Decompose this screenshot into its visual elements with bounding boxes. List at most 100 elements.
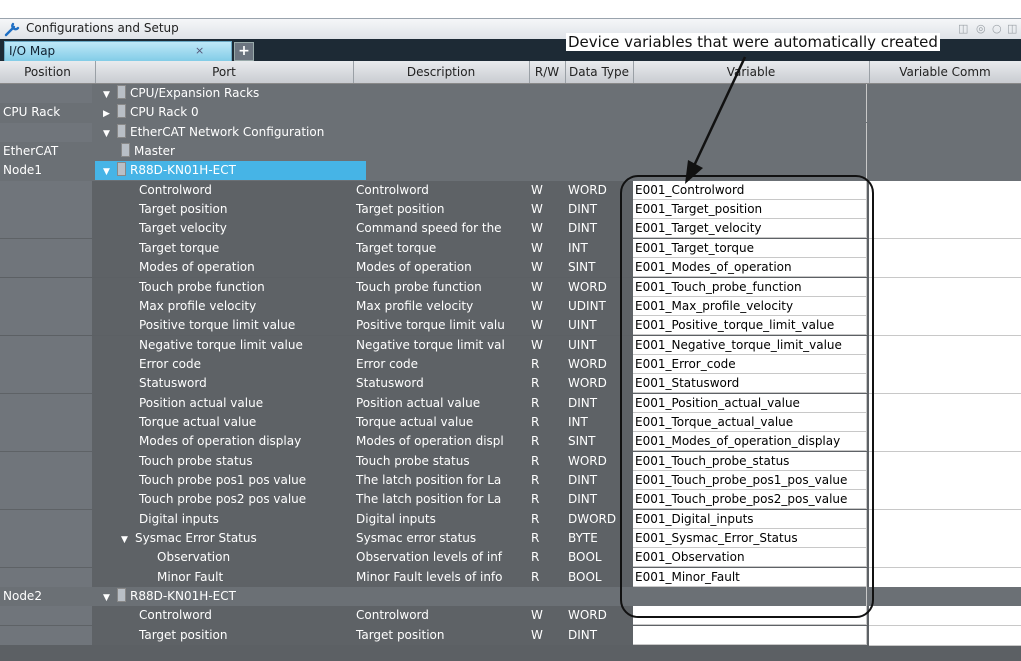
table-row[interactable]: Minor Fault Minor Fault levels of info R BO… <box>0 567 1021 588</box>
add-tab-button[interactable]: + <box>234 42 254 61</box>
variable-comment-field[interactable] <box>869 122 1021 142</box>
variable-comment-field[interactable] <box>869 587 1021 607</box>
variable-field[interactable]: E001_Touch_probe_function <box>633 277 867 297</box>
variable-field[interactable]: E001_Sysmac_Error_Status <box>633 529 867 549</box>
table-row[interactable]: Target torque Target torque W INT E001_Targe… <box>0 238 1021 259</box>
table-row[interactable]: Observation Observation levels of inf R BOO… <box>0 548 1021 569</box>
variable-field[interactable] <box>633 587 867 607</box>
variable-field[interactable]: E001_Position_actual_value <box>633 393 867 413</box>
search-icon[interactable]: ○ <box>992 22 1002 35</box>
variable-field[interactable]: E001_Negative_torque_limit_value <box>633 335 867 355</box>
options-icon[interactable]: ◎ <box>976 22 986 35</box>
variable-comment-field[interactable] <box>869 103 1021 123</box>
variable-comment-field[interactable] <box>869 567 1021 588</box>
variable-field[interactable] <box>633 103 867 123</box>
cell-port[interactable]: ▶ CPU Rack 0 <box>95 103 366 122</box>
variable-comment-field[interactable] <box>869 258 1021 279</box>
variable-field[interactable]: E001_Positive_torque_limit_value <box>633 316 867 336</box>
cell-port[interactable]: ▼ CPU/Expansion Racks <box>95 84 366 103</box>
variable-field[interactable]: E001_Digital_inputs <box>633 509 867 529</box>
variable-field[interactable]: E001_Target_position <box>633 200 867 220</box>
variable-comment-field[interactable] <box>869 393 1021 414</box>
tab-io-map[interactable]: I/O Map × <box>4 41 232 62</box>
table-row[interactable]: Touch probe function Touch probe function… <box>0 277 1021 298</box>
table-row[interactable]: ▼ EtherCAT Network Configuration <box>0 122 1021 142</box>
expand-right-icon[interactable]: ▶ <box>103 105 117 122</box>
cell-port[interactable]: Statusword <box>95 374 366 393</box>
variable-comment-field[interactable] <box>869 335 1021 356</box>
variable-field[interactable]: E001_Touch_probe_pos1_pos_value <box>633 471 867 490</box>
cell-port[interactable]: Touch probe pos1 pos value <box>95 471 366 490</box>
variable-comment-field[interactable] <box>869 200 1021 221</box>
variable-field[interactable]: E001_Torque_actual_value <box>633 412 867 432</box>
col-header-data-type[interactable]: Data Type <box>565 61 634 83</box>
variable-comment-field[interactable] <box>869 161 1021 181</box>
variable-field[interactable]: E001_Target_torque <box>633 238 867 258</box>
variable-field[interactable]: E001_Observation <box>633 548 867 568</box>
variable-field[interactable] <box>633 84 867 103</box>
table-row[interactable]: Touch probe status Touch probe status R WOR… <box>0 451 1021 472</box>
variable-comment-field[interactable] <box>869 84 1021 103</box>
variable-field[interactable] <box>633 625 867 645</box>
cell-port[interactable]: Controlword <box>95 606 366 625</box>
variable-field[interactable]: E001_Minor_Fault <box>633 567 867 587</box>
variable-comment-field[interactable] <box>869 277 1021 298</box>
variable-comment-field[interactable] <box>869 238 1021 259</box>
variable-comment-field[interactable] <box>869 625 1021 646</box>
table-row[interactable]: Modes of operation display Modes of opera… <box>0 432 1021 453</box>
cell-port[interactable]: Touch probe pos2 pos value <box>95 490 366 509</box>
col-header-variable-comment[interactable]: Variable Comm <box>869 61 1021 83</box>
table-row[interactable]: Target velocity Command speed for the W DIN… <box>0 219 1021 240</box>
cell-port[interactable]: Digital inputs <box>95 510 366 529</box>
table-row[interactable]: Statusword Statusword R WORD E001_Statusword <box>0 374 1021 395</box>
table-row[interactable]: Positive torque limit value Positive torq… <box>0 316 1021 337</box>
col-header-variable[interactable]: Variable <box>633 61 870 83</box>
cell-port[interactable]: Controlword <box>95 181 366 200</box>
table-row[interactable]: Negative torque limit value Negative torq… <box>0 335 1021 356</box>
variable-field[interactable] <box>633 161 867 181</box>
variable-field[interactable]: E001_Modes_of_operation_display <box>633 432 867 452</box>
variable-comment-field[interactable] <box>869 471 1021 491</box>
cell-port[interactable]: Position actual value <box>95 394 366 413</box>
cell-port[interactable]: Negative torque limit value <box>95 336 366 355</box>
cell-port[interactable]: Touch probe status <box>95 452 366 471</box>
variable-comment-field[interactable] <box>869 296 1021 317</box>
variable-comment-field[interactable] <box>869 142 1021 162</box>
expand-down-icon[interactable]: ▼ <box>103 125 117 142</box>
table-row[interactable]: Max profile velocity Max profile velocity… <box>0 296 1021 317</box>
cell-port[interactable]: ▼ R88D-KN01H-ECT <box>95 587 366 606</box>
table-row[interactable]: Position actual value Position actual val… <box>0 393 1021 414</box>
cell-port[interactable]: ▼ R88D-KN01H-ECT <box>95 161 366 181</box>
table-row[interactable]: Controlword Controlword W WORD <box>0 606 1021 627</box>
expand-down-icon[interactable]: ▼ <box>103 86 117 103</box>
variable-comment-field[interactable] <box>869 316 1021 337</box>
expand-down-icon[interactable]: ▼ <box>103 589 117 606</box>
expand-down-icon[interactable]: ▼ <box>121 531 135 548</box>
variable-comment-field[interactable] <box>869 451 1021 472</box>
variable-comment-field[interactable] <box>869 412 1021 433</box>
variable-field[interactable]: E001_Target_velocity <box>633 219 867 239</box>
cell-port[interactable]: ▼ EtherCAT Network Configuration <box>95 123 366 142</box>
cell-port[interactable]: Master <box>95 142 366 161</box>
variable-field[interactable] <box>633 142 867 162</box>
variable-comment-field[interactable] <box>869 509 1021 530</box>
table-row[interactable]: Controlword Controlword W WORD E001_Controlw… <box>0 180 1021 201</box>
table-row[interactable]: ▼ CPU/Expansion Racks <box>0 84 1021 104</box>
col-header-rw[interactable]: R/W <box>529 61 566 83</box>
variable-comment-field[interactable] <box>869 432 1021 453</box>
variable-comment-field[interactable] <box>869 606 1021 627</box>
variable-field[interactable]: E001_Error_code <box>633 354 867 374</box>
col-header-description[interactable]: Description <box>353 61 530 83</box>
table-row[interactable]: ▼ Sysmac Error Status Sysmac error status R… <box>0 529 1021 550</box>
variable-field[interactable]: E001_Controlword <box>633 180 867 200</box>
cell-port[interactable]: Touch probe function <box>95 278 366 297</box>
table-row[interactable]: Error code Error code R WORD E001_Error_code <box>0 354 1021 375</box>
variable-field[interactable] <box>633 122 867 142</box>
cell-port[interactable]: Modes of operation <box>95 258 366 277</box>
table-row[interactable]: Modes of operation Modes of operation W SIN… <box>0 258 1021 279</box>
table-row[interactable]: EtherCAT Master <box>0 142 1021 162</box>
variable-comment-field[interactable] <box>869 529 1021 550</box>
col-header-port[interactable]: Port <box>95 61 354 83</box>
col-header-position[interactable]: Position <box>0 61 96 83</box>
cell-port[interactable]: Target position <box>95 626 366 645</box>
